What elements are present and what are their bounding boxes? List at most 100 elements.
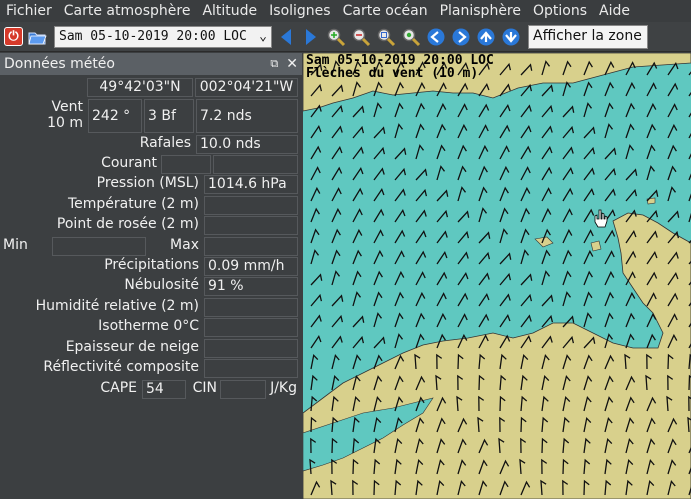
wind-barb bbox=[415, 312, 425, 328]
wind-barb bbox=[457, 271, 469, 286]
wind-barb bbox=[331, 207, 342, 223]
wind-barb bbox=[331, 294, 344, 307]
wind-barb bbox=[310, 207, 320, 223]
wind-barb bbox=[352, 315, 365, 328]
wind-barb bbox=[478, 144, 489, 160]
wind-barb bbox=[562, 125, 575, 139]
zoom-fit-icon[interactable] bbox=[375, 26, 397, 48]
wind-barb bbox=[352, 228, 363, 244]
wind-barb bbox=[583, 187, 595, 202]
zoom-in-icon[interactable] bbox=[325, 26, 347, 48]
menu-isolignes[interactable]: Isolignes bbox=[263, 3, 336, 19]
wind-barb bbox=[520, 249, 530, 265]
wind-barb bbox=[436, 230, 448, 244]
wind-barb bbox=[331, 353, 340, 370]
move-down-icon[interactable] bbox=[500, 26, 522, 48]
reflectivity-label: Réflectivité composite bbox=[43, 359, 199, 375]
menu-altitude[interactable]: Altitude bbox=[196, 3, 263, 19]
map-caption-layer: Flèches du vent (10 m) bbox=[306, 66, 479, 81]
current-label: Courant bbox=[101, 155, 157, 171]
wind-barb bbox=[310, 145, 322, 160]
minmax-row: Min Max bbox=[0, 237, 302, 256]
open-folder-icon[interactable] bbox=[26, 26, 48, 48]
cin-label: CIN bbox=[192, 380, 217, 396]
wind-barb bbox=[520, 314, 532, 328]
wind-barb bbox=[562, 81, 572, 97]
wind-barb bbox=[394, 208, 406, 223]
cloud-label: Nébulosité bbox=[124, 277, 199, 293]
wind-barb bbox=[478, 313, 490, 328]
wind-barb bbox=[331, 270, 341, 286]
move-up-icon[interactable] bbox=[475, 26, 497, 48]
wind-barb bbox=[457, 123, 468, 139]
humidity-row: Humidité relative (2 m) bbox=[0, 298, 302, 317]
menu-fichier[interactable]: Fichier bbox=[0, 3, 58, 19]
map-canvas[interactable] bbox=[303, 53, 691, 499]
wind-barb bbox=[310, 374, 318, 391]
previous-step-icon[interactable] bbox=[275, 26, 297, 48]
wind-barb bbox=[352, 249, 362, 265]
wind-barb bbox=[541, 249, 551, 265]
wind-barb bbox=[436, 250, 448, 265]
gusts-value: 10.0 nds bbox=[196, 135, 298, 154]
show-zone-button[interactable]: Afficher la zone co bbox=[528, 24, 648, 49]
wind-barb bbox=[415, 209, 427, 223]
wind-barb bbox=[373, 146, 386, 160]
wind-barb bbox=[415, 229, 427, 244]
wind-barb bbox=[667, 186, 677, 202]
power-icon[interactable]: ⏻ bbox=[4, 27, 23, 46]
wind-barb bbox=[625, 81, 636, 97]
wind-barb bbox=[562, 291, 572, 307]
max-value bbox=[204, 237, 298, 256]
menu-aide[interactable]: Aide bbox=[593, 3, 636, 19]
wind-barb bbox=[562, 208, 573, 223]
menu-options[interactable]: Options bbox=[527, 3, 593, 19]
wind-barb bbox=[310, 249, 320, 265]
menu-carte-ocean[interactable]: Carte océan bbox=[337, 3, 434, 19]
wind-barb bbox=[604, 250, 615, 265]
wind-barb bbox=[436, 209, 449, 223]
wind-barb bbox=[562, 146, 574, 160]
menu-planisphere[interactable]: Planisphère bbox=[434, 3, 527, 19]
close-icon[interactable]: ✕ bbox=[286, 56, 298, 72]
move-left-icon[interactable] bbox=[425, 26, 447, 48]
wind-barb bbox=[562, 228, 573, 244]
wind-barb bbox=[310, 273, 323, 286]
next-step-icon[interactable] bbox=[300, 26, 322, 48]
weather-map[interactable]: Sam 05-10-2019 20:00 LOC Flèches du vent… bbox=[303, 53, 691, 499]
wind-barb bbox=[667, 103, 678, 118]
wind-barb bbox=[457, 230, 470, 244]
wind-barb bbox=[646, 123, 656, 139]
wind-barb bbox=[436, 123, 446, 139]
wind-barb bbox=[331, 187, 342, 202]
wind-barb bbox=[373, 312, 383, 328]
float-panel-icon[interactable]: ⧉ bbox=[270, 57, 278, 71]
zoom-out-icon[interactable] bbox=[350, 26, 372, 48]
wind-barb bbox=[646, 333, 656, 349]
wind-barb bbox=[541, 294, 554, 307]
zoom-all-icon[interactable] bbox=[400, 26, 422, 48]
wind-barb bbox=[331, 104, 344, 118]
wind-barb bbox=[625, 144, 635, 160]
wind-barb bbox=[457, 103, 468, 118]
wind-label: Vent 10 m bbox=[40, 99, 86, 133]
wind-barb bbox=[394, 167, 407, 181]
jkg-unit-label: J/Kg bbox=[270, 380, 297, 396]
wind-barb bbox=[457, 251, 469, 265]
wind-barb bbox=[499, 252, 512, 265]
wind-barb bbox=[415, 102, 425, 118]
gusts-label: Rafales bbox=[139, 135, 191, 151]
wind-barb bbox=[394, 270, 405, 286]
date-select[interactable]: Sam 05-10-2019 20:00 LOC ⌄ bbox=[54, 25, 272, 48]
humidity-label: Humidité relative (2 m) bbox=[35, 298, 199, 314]
wind-barb bbox=[478, 272, 490, 286]
wind-barb bbox=[457, 210, 470, 223]
temperature-value bbox=[204, 196, 298, 215]
wind-barb bbox=[562, 166, 574, 181]
wind-barb bbox=[373, 126, 386, 139]
menu-carte-atmosphere[interactable]: Carte atmosphère bbox=[58, 3, 197, 19]
wind-barb bbox=[436, 271, 448, 286]
move-right-icon[interactable] bbox=[450, 26, 472, 48]
wind-barb bbox=[499, 103, 511, 118]
dewpoint-row: Point de rosée (2 m) bbox=[0, 216, 302, 235]
